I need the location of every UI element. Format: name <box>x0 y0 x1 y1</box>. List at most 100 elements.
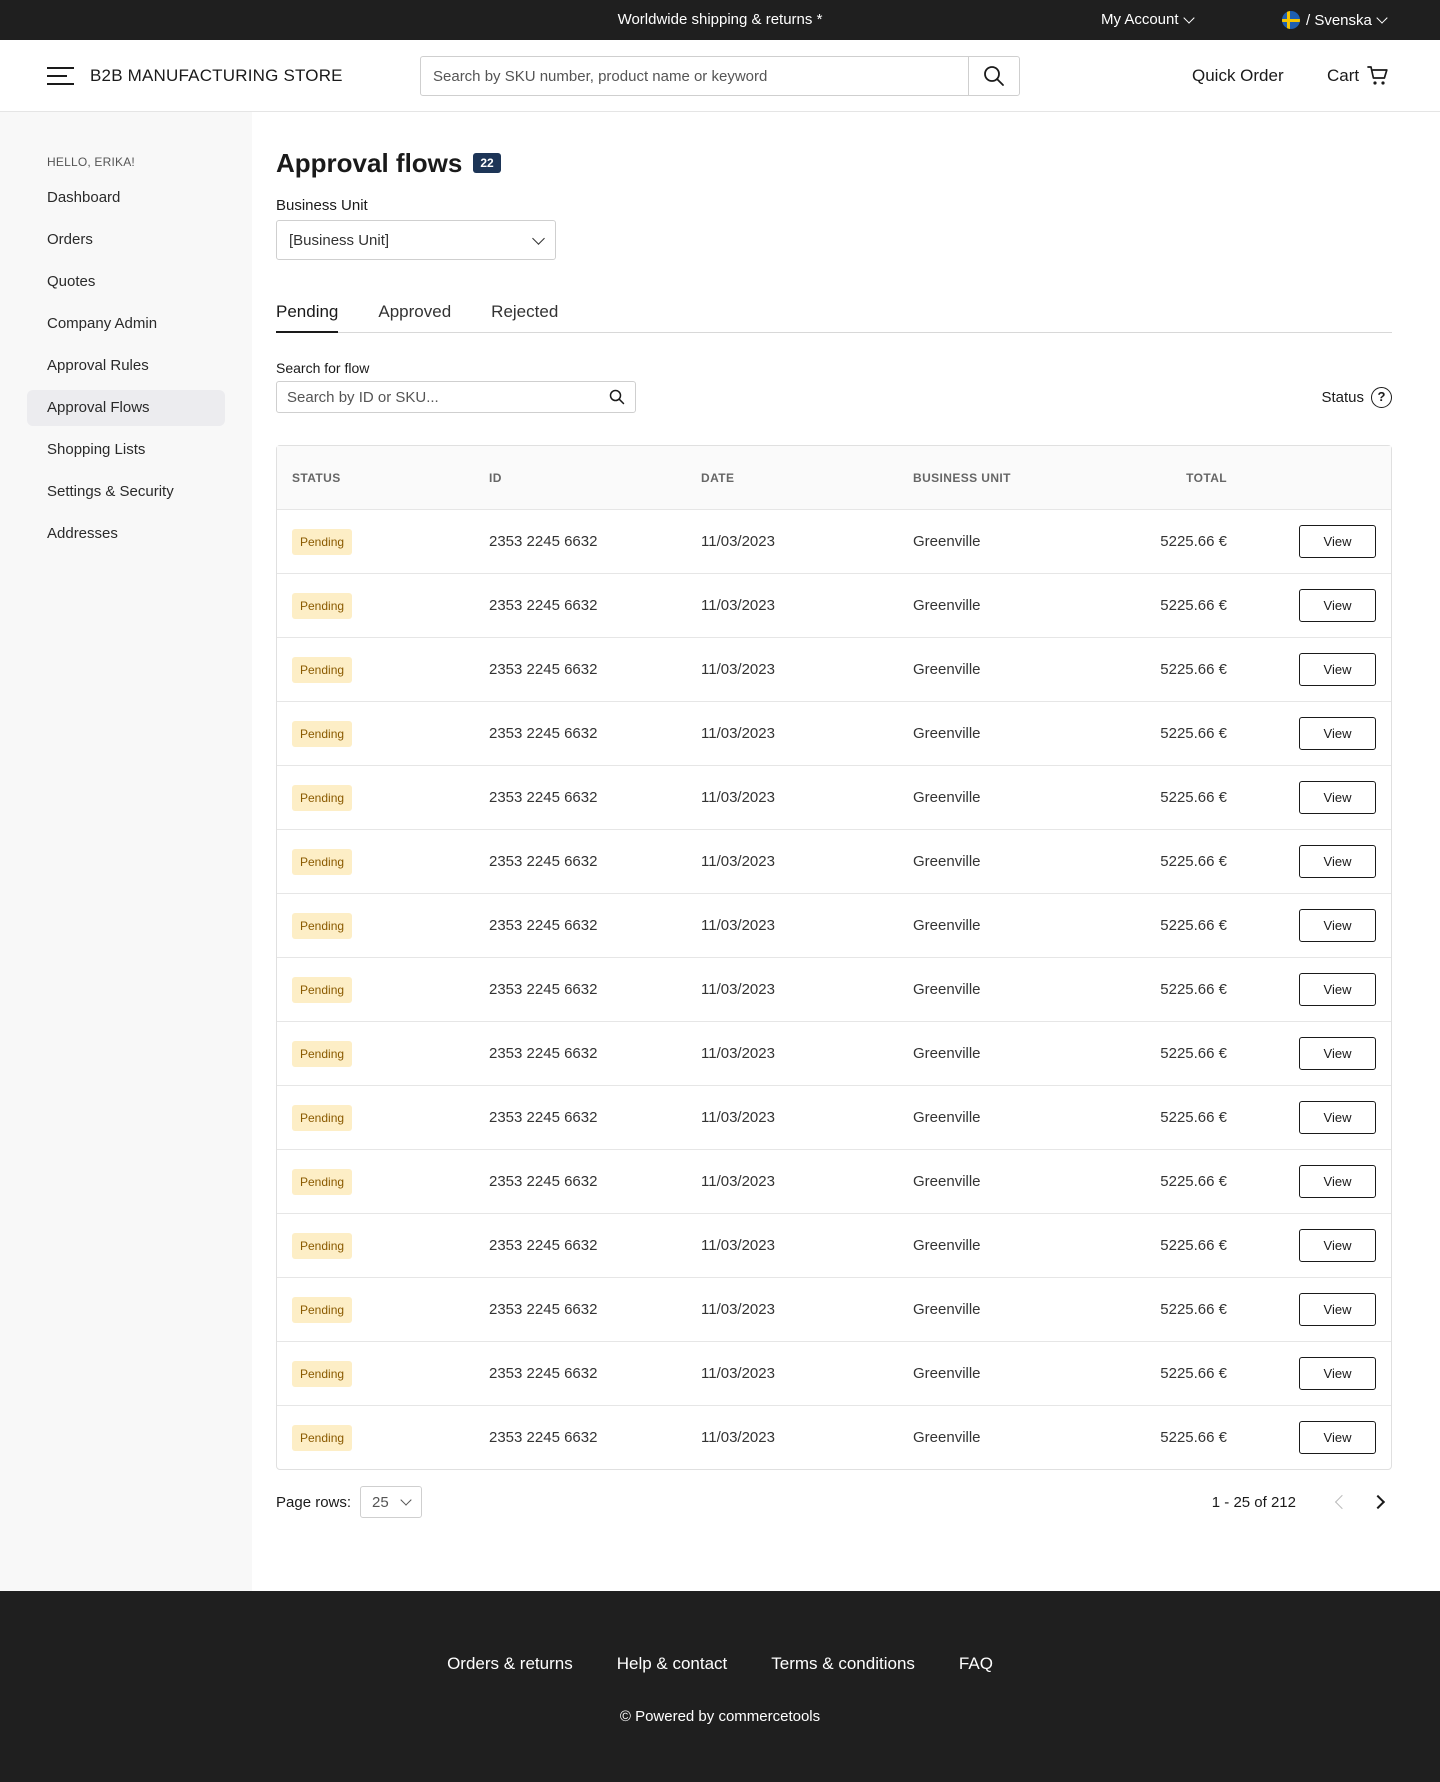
status-badge: Pending <box>292 720 353 747</box>
footer-link-faq[interactable]: FAQ <box>959 1654 993 1674</box>
action-cell: View <box>1227 653 1391 686</box>
table-row: Pending 2353 2245 6632 11/03/2023 Greenvill… <box>277 1021 1391 1085</box>
help-icon[interactable]: ? <box>1371 386 1392 408</box>
total-cell: 5225.66 € <box>1160 789 1227 806</box>
footer-link-terms[interactable]: Terms & conditions <box>771 1654 915 1674</box>
id-cell: 2353 2245 6632 <box>489 1429 598 1446</box>
view-button[interactable]: View <box>1299 1101 1376 1134</box>
view-button[interactable]: View <box>1299 973 1376 1006</box>
business-unit-cell: Greenville <box>913 1429 981 1446</box>
date-cell: 11/03/2023 <box>701 725 775 742</box>
view-button[interactable]: View <box>1299 1421 1376 1454</box>
chevron-left-icon[interactable] <box>1328 1490 1352 1514</box>
chevron-right-icon[interactable] <box>1368 1490 1392 1514</box>
table-row: Pending 2353 2245 6632 11/03/2023 Greenvill… <box>277 1149 1391 1213</box>
view-button[interactable]: View <box>1299 1165 1376 1198</box>
table-row: Pending 2353 2245 6632 11/03/2023 Greenvill… <box>277 1277 1391 1341</box>
table-row: Pending 2353 2245 6632 11/03/2023 Greenvill… <box>277 701 1391 765</box>
tab-pending[interactable]: Pending <box>276 297 339 333</box>
id-cell: 2353 2245 6632 <box>489 853 598 870</box>
date-cell: 11/03/2023 <box>701 597 775 614</box>
action-cell: View <box>1227 781 1391 814</box>
search-button[interactable] <box>968 57 1019 95</box>
date-cell: 11/03/2023 <box>701 1173 775 1190</box>
total-cell: 5225.66 € <box>1160 1237 1227 1254</box>
table-header: STATUS ID DATE BUSINESS UNIT TOTAL <box>277 446 1391 509</box>
view-button[interactable]: View <box>1299 589 1376 622</box>
sidebar-item-approval-flows[interactable]: Approval Flows <box>27 390 225 426</box>
view-button[interactable]: View <box>1299 781 1376 814</box>
status-badge: Pending <box>292 912 353 939</box>
table-row: Pending 2353 2245 6632 11/03/2023 Greenvill… <box>277 509 1391 573</box>
id-cell: 2353 2245 6632 <box>489 597 598 614</box>
search-icon <box>984 66 1004 86</box>
product-search-input[interactable] <box>421 57 968 95</box>
date-cell: 11/03/2023 <box>701 1237 775 1254</box>
approval-flows-table: STATUS ID DATE BUSINESS UNIT TOTAL Pendi… <box>276 445 1392 1470</box>
sidebar-item-orders[interactable]: Orders <box>27 222 225 258</box>
date-cell: 11/03/2023 <box>701 1045 775 1062</box>
cart-link[interactable]: Cart <box>1327 40 1389 112</box>
language-selector[interactable]: / Svenska <box>1282 0 1388 40</box>
view-button[interactable]: View <box>1299 525 1376 558</box>
sidebar-item-quotes[interactable]: Quotes <box>27 264 225 300</box>
sidebar-item-company-admin[interactable]: Company Admin <box>27 306 225 342</box>
sidebar-item-dashboard[interactable]: Dashboard <box>27 180 225 216</box>
id-cell: 2353 2245 6632 <box>489 725 598 742</box>
status-cell: Pending <box>277 1040 489 1067</box>
status-cell: Pending <box>277 720 489 747</box>
sidebar-item-approval-rules[interactable]: Approval Rules <box>27 348 225 384</box>
id-cell: 2353 2245 6632 <box>489 1045 598 1062</box>
status-cell: Pending <box>277 1168 489 1195</box>
business-unit-cell: Greenville <box>913 1045 981 1062</box>
page-rows-select[interactable]: 25 <box>360 1486 423 1518</box>
footer-link-help-contact[interactable]: Help & contact <box>617 1654 728 1674</box>
search-icon[interactable] <box>609 389 625 405</box>
action-cell: View <box>1227 973 1391 1006</box>
sidebar-item-settings-security[interactable]: Settings & Security <box>27 474 225 510</box>
sidebar-item-addresses[interactable]: Addresses <box>27 516 225 552</box>
total-cell: 5225.66 € <box>1160 853 1227 870</box>
status-tabs: Pending Approved Rejected <box>276 297 1392 333</box>
quick-order-link[interactable]: Quick Order <box>1192 40 1284 112</box>
flow-search-input[interactable] <box>287 388 609 406</box>
view-button[interactable]: View <box>1299 653 1376 686</box>
status-cell: Pending <box>277 528 489 555</box>
total-cell: 5225.66 € <box>1160 917 1227 934</box>
view-button[interactable]: View <box>1299 1037 1376 1070</box>
page-rows-group: Page rows: 25 <box>276 1486 423 1518</box>
language-label: / Svenska <box>1306 11 1372 29</box>
footer-link-orders-returns[interactable]: Orders & returns <box>447 1654 573 1674</box>
business-unit-cell: Greenville <box>913 1301 981 1318</box>
my-account-menu[interactable]: My Account <box>1101 0 1195 40</box>
business-unit-cell: Greenville <box>913 725 981 742</box>
status-cell: Pending <box>277 848 489 875</box>
filter-row: Search for flow Status ? <box>276 359 1392 413</box>
site-header: B2B MANUFACTURING STORE Quick Order Cart <box>0 40 1440 112</box>
business-unit-select[interactable]: [Business Unit] <box>276 220 556 260</box>
store-logo[interactable]: B2B MANUFACTURING STORE <box>90 40 343 112</box>
sidebar-item-shopping-lists[interactable]: Shopping Lists <box>27 432 225 468</box>
business-unit-cell: Greenville <box>913 853 981 870</box>
date-cell: 11/03/2023 <box>701 1109 775 1126</box>
status-badge: Pending <box>292 656 353 683</box>
table-row: Pending 2353 2245 6632 11/03/2023 Greenvill… <box>277 1405 1391 1469</box>
view-button[interactable]: View <box>1299 1229 1376 1262</box>
flow-search-group: Search for flow <box>276 359 636 413</box>
view-button[interactable]: View <box>1299 909 1376 942</box>
tab-approved[interactable]: Approved <box>378 297 451 333</box>
table-body: Pending 2353 2245 6632 11/03/2023 Greenvill… <box>277 509 1391 1469</box>
view-button[interactable]: View <box>1299 1293 1376 1326</box>
menu-icon[interactable] <box>47 67 74 85</box>
tab-rejected[interactable]: Rejected <box>491 297 558 333</box>
date-cell: 11/03/2023 <box>701 981 775 998</box>
view-button[interactable]: View <box>1299 845 1376 878</box>
header-business-unit: BUSINESS UNIT <box>913 470 1011 485</box>
table-row: Pending 2353 2245 6632 11/03/2023 Greenvill… <box>277 1213 1391 1277</box>
powered-by: © Powered by commercetools <box>619 1708 821 1725</box>
view-button[interactable]: View <box>1299 717 1376 750</box>
table-row: Pending 2353 2245 6632 11/03/2023 Greenvill… <box>277 765 1391 829</box>
account-nav: Dashboard Orders Quotes Company Admin Ap… <box>27 180 225 552</box>
view-button[interactable]: View <box>1299 1357 1376 1390</box>
status-badge: Pending <box>292 1168 353 1195</box>
